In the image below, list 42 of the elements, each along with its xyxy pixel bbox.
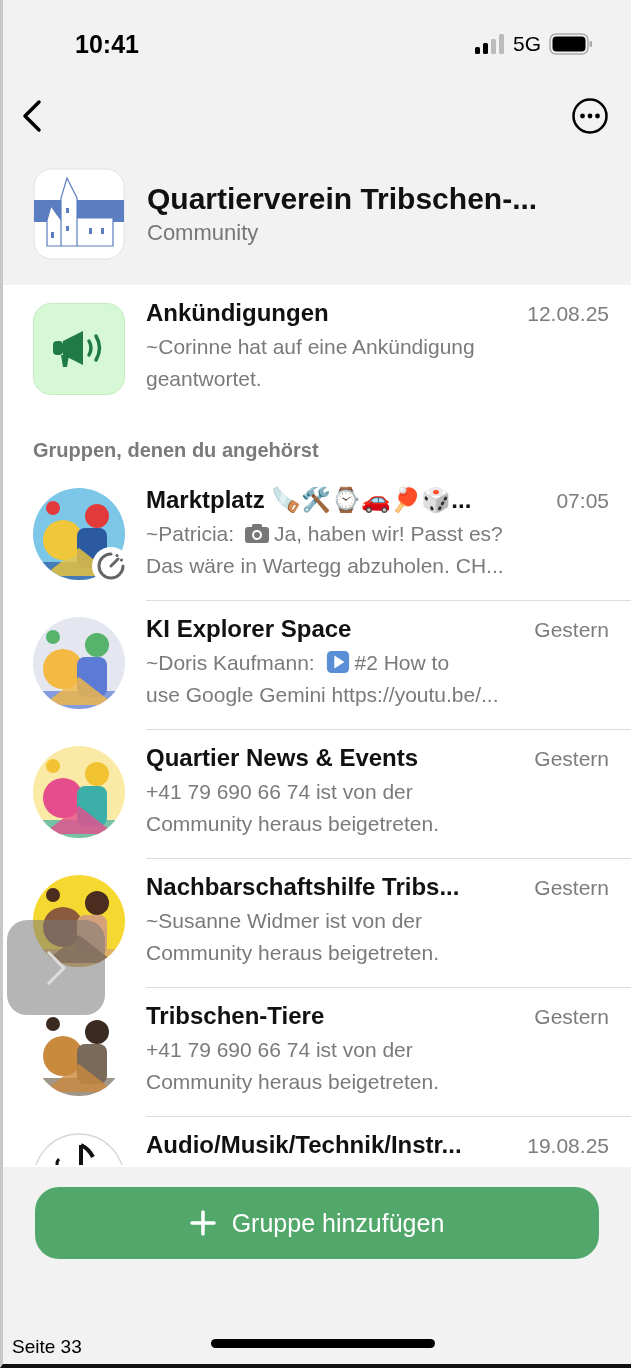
message-preview: use Google Gemini https://youtu.be/... bbox=[146, 683, 499, 706]
section-heading: Gruppen, denen du angehörst bbox=[32, 438, 320, 463]
message-preview: Ja, haben wir! Passt es? bbox=[273, 522, 503, 545]
group-title[interactable]: Tribschen-Tiere bbox=[146, 1002, 325, 1030]
message-preview: geantwortet. bbox=[146, 367, 262, 390]
group-title[interactable]: Quartier News & Events bbox=[146, 744, 419, 772]
group-title[interactable]: KI Explorer Space bbox=[146, 615, 352, 643]
group-title[interactable]: Audio/Musik/Technik/Instr... bbox=[146, 1131, 462, 1159]
chat-date: Gestern bbox=[534, 618, 609, 642]
chat-date: 19.08.25 bbox=[527, 1134, 609, 1158]
more-button[interactable] bbox=[571, 96, 609, 135]
message-preview: ~Corinne hat auf eine Ankündigung bbox=[146, 335, 475, 358]
chat-title[interactable]: Ankündigungen bbox=[146, 299, 329, 327]
message-preview: ~Susanne Widmer ist von der bbox=[146, 909, 423, 932]
message-preview: #2 How to bbox=[354, 651, 450, 674]
status-time: 10:41 bbox=[75, 29, 139, 59]
community-subtitle: Community bbox=[147, 220, 260, 246]
plus-icon bbox=[189, 1210, 216, 1236]
group-title[interactable]: Marktplatz 🪚🛠⌚🚗🏓🎲... bbox=[146, 486, 472, 514]
network-label: 5G bbox=[513, 32, 541, 56]
chat-date: Gestern bbox=[534, 876, 609, 900]
chat-date: 12.08.25 bbox=[527, 302, 609, 326]
message-preview: +41 79 690 66 74 ist von der bbox=[146, 1038, 413, 1061]
group-title[interactable]: Nachbarschaftshilfe Tribs... bbox=[146, 873, 460, 901]
sender-name: ~Doris Kaufmann: bbox=[146, 651, 316, 674]
chat-date: 07:05 bbox=[556, 489, 609, 513]
battery-icon bbox=[549, 33, 593, 55]
signal-icon bbox=[475, 34, 505, 54]
message-preview: Community heraus beigetreten. bbox=[146, 812, 439, 835]
chat-date: Gestern bbox=[534, 1005, 609, 1029]
message-preview: Das wäre in Wartegg abzuholen. CH... bbox=[146, 554, 504, 577]
message-preview: Community heraus beigetreten. bbox=[146, 1070, 439, 1093]
page-number: Seite 33 bbox=[12, 1336, 82, 1358]
sender-name: ~Patricia: bbox=[146, 522, 236, 545]
play-icon bbox=[324, 650, 351, 674]
message-preview: Community heraus beigetreten. bbox=[146, 941, 439, 964]
floating-touch-button[interactable] bbox=[7, 920, 105, 1015]
camera-icon bbox=[243, 521, 270, 545]
community-name: Quartierverein Tribschen-... bbox=[147, 182, 538, 216]
chat-date: Gestern bbox=[534, 747, 609, 771]
back-button[interactable] bbox=[21, 98, 43, 133]
message-preview: +41 79 690 66 74 ist von der bbox=[146, 780, 413, 803]
